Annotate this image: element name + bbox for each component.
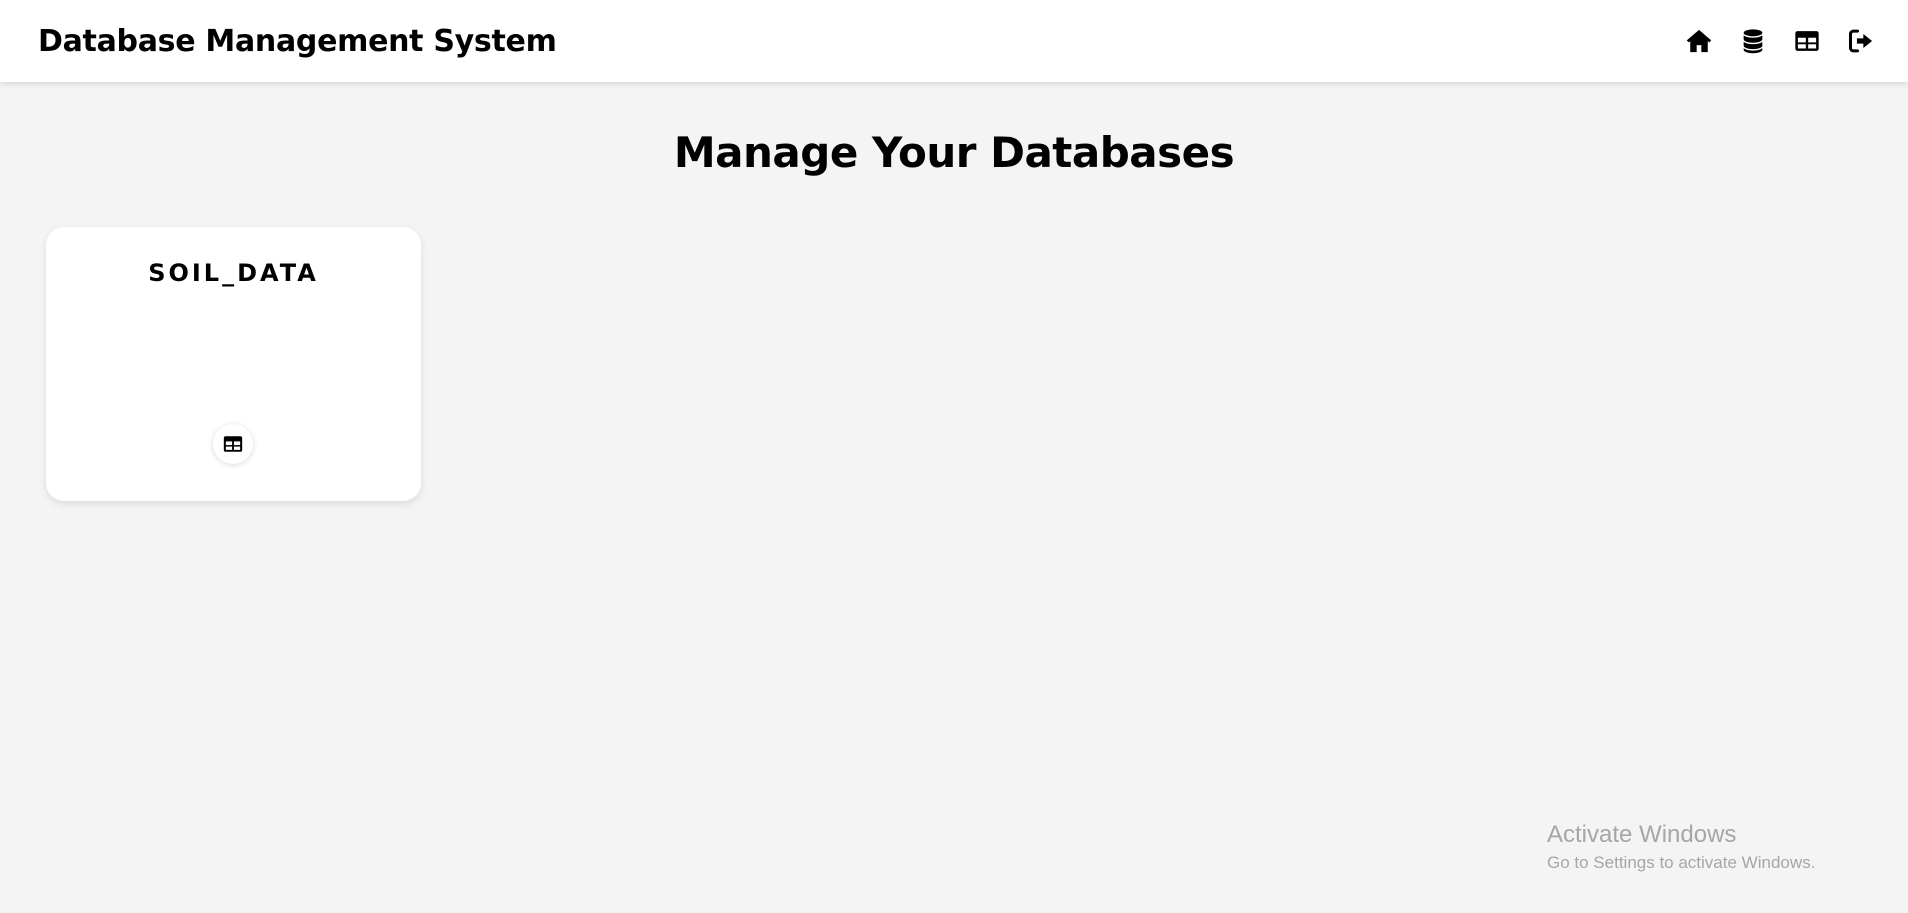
database-name: SOIL_DATA — [148, 259, 319, 287]
home-icon — [1686, 29, 1712, 53]
tables-nav-button[interactable] — [1792, 26, 1822, 56]
database-list: SOIL_DATA — [46, 227, 421, 501]
windows-activation-watermark: Activate Windows Go to Settings to activ… — [1547, 820, 1815, 874]
home-nav-button[interactable] — [1684, 26, 1714, 56]
watermark-title: Activate Windows — [1547, 821, 1737, 848]
watermark-subtitle: Go to Settings to activate Windows. — [1547, 853, 1816, 872]
nav-icons — [1684, 26, 1876, 56]
table-icon — [1795, 31, 1819, 51]
database-nav-button[interactable] — [1738, 26, 1768, 56]
database-icon — [1743, 29, 1763, 54]
top-navbar: Database Management System — [0, 0, 1908, 82]
app-title: Database Management System — [38, 23, 557, 59]
view-tables-button[interactable] — [213, 424, 253, 464]
sign-out-icon — [1848, 29, 1873, 53]
logout-nav-button[interactable] — [1846, 26, 1876, 56]
page-title: Manage Your Databases — [673, 128, 1235, 177]
database-card[interactable]: SOIL_DATA — [46, 227, 421, 501]
table-icon — [223, 436, 243, 452]
